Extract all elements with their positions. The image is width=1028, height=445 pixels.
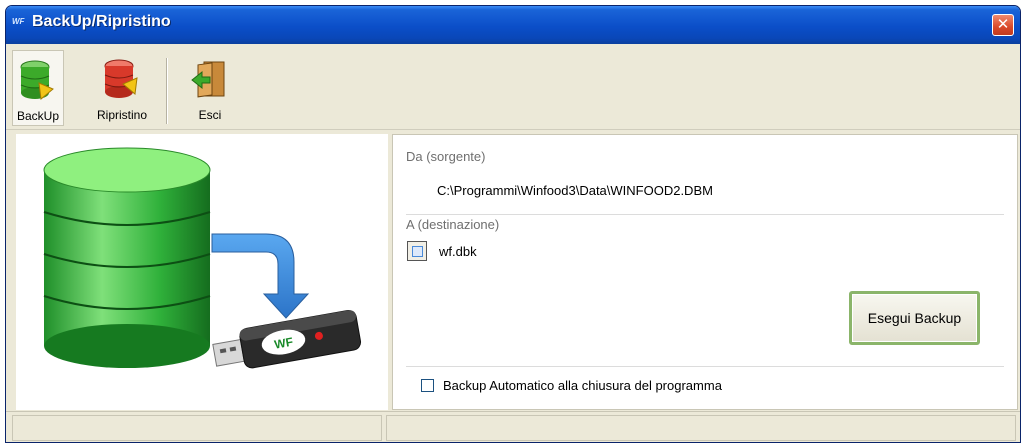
execute-backup-button[interactable]: Esegui Backup	[849, 291, 980, 345]
auto-backup-checkbox[interactable]	[421, 379, 434, 392]
toolbar: BackUp Ripristino Esci	[6, 44, 1020, 130]
status-pane-left	[12, 415, 382, 441]
status-pane-right	[386, 415, 1016, 441]
auto-backup-label[interactable]: Backup Automatico alla chiusura del prog…	[443, 378, 722, 393]
close-icon: ✕	[996, 15, 1010, 33]
source-path: C:\Programmi\Winfood3\Data\WINFOOD2.DBM	[437, 183, 713, 198]
toolbar-backup-button[interactable]: BackUp	[12, 50, 64, 126]
destination-file: wf.dbk	[439, 244, 477, 259]
toolbar-restore-label: Ripristino	[96, 108, 147, 122]
close-button[interactable]: ✕	[992, 14, 1014, 36]
exit-door-icon	[191, 61, 225, 98]
divider	[406, 366, 1004, 367]
backup-form-panel: Da (sorgente) C:\Programmi\Winfood3\Data…	[392, 134, 1018, 410]
divider	[406, 214, 1004, 215]
browse-destination-button[interactable]	[407, 241, 427, 261]
status-bar	[6, 411, 1020, 442]
database-backup-icon	[20, 60, 54, 100]
destination-label: A (destinazione)	[406, 217, 500, 232]
window-title: BackUp/Ripristino	[32, 13, 171, 30]
source-label: Da (sorgente)	[406, 149, 486, 164]
toolbar-separator	[166, 58, 168, 124]
backup-illustration: WF	[16, 134, 388, 410]
toolbar-exit-label: Esci	[198, 108, 222, 122]
title-bar[interactable]: WF BackUp/Ripristino ✕	[6, 6, 1020, 44]
app-logo: WF	[12, 17, 25, 26]
toolbar-restore-button[interactable]: Ripristino	[84, 50, 160, 126]
toolbar-exit-button[interactable]: Esci	[182, 50, 238, 126]
database-to-usb-icon: WF	[43, 147, 362, 369]
database-restore-icon	[104, 59, 138, 98]
backup-window: WF BackUp/Ripristino ✕ BackUp Ripristino…	[5, 5, 1021, 443]
toolbar-backup-label: BackUp	[16, 109, 60, 123]
